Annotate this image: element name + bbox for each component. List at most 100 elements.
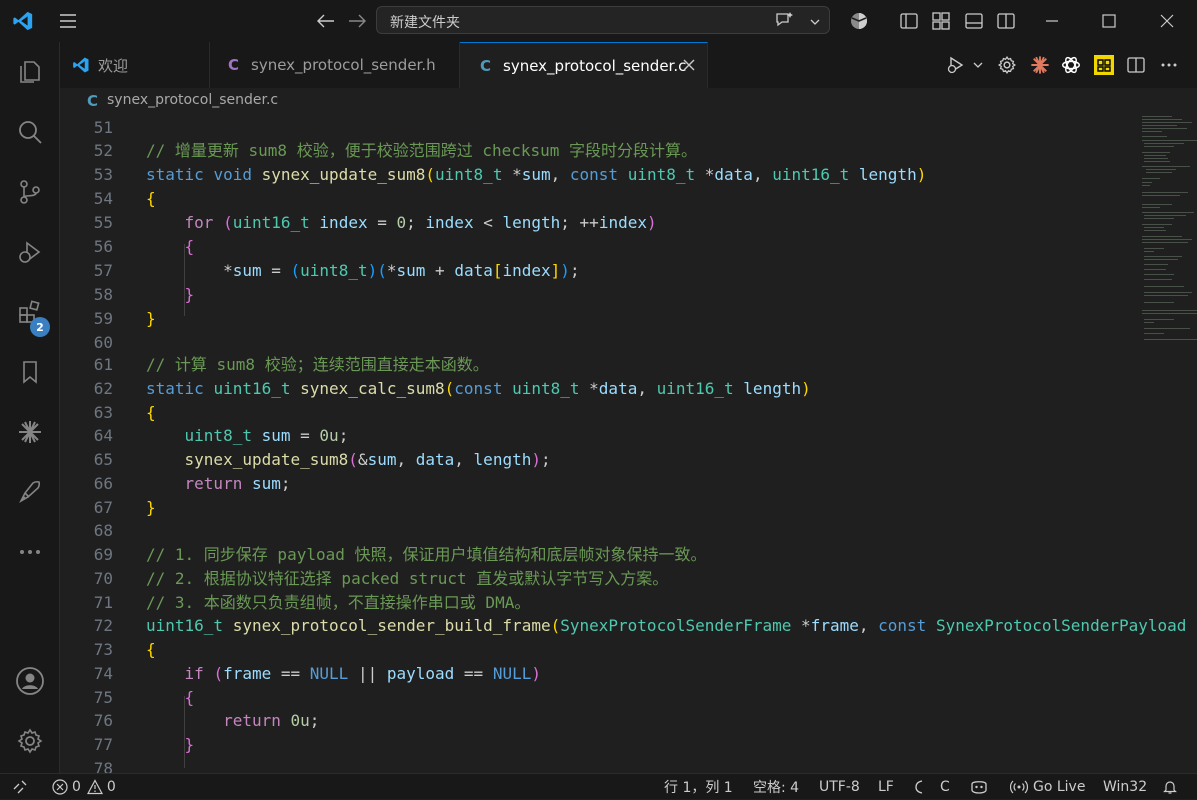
explorer-icon[interactable] — [0, 48, 60, 96]
bookmarks-icon[interactable] — [0, 348, 60, 396]
run-dropdown-icon[interactable] — [971, 42, 985, 88]
account-icon[interactable] — [0, 657, 60, 705]
indentation[interactable]: 空格: 4 — [753, 774, 799, 800]
code-line: 52// 增量更新 sum8 校验，便于校验范围跨过 checksum 字段时分… — [93, 141, 698, 160]
broadcast-icon — [1010, 779, 1028, 795]
toggle-sidebar-icon[interactable] — [897, 0, 921, 42]
language-mode[interactable]: C — [940, 774, 950, 800]
error-icon — [52, 779, 68, 795]
code-line: 77 } — [93, 735, 195, 754]
go-live-button[interactable]: Go Live — [1010, 774, 1085, 800]
code-line: 57 *sum = (uint8_t)(*sum + data[index]); — [93, 261, 580, 280]
command-center-search[interactable]: 新建文件夹 — [376, 6, 830, 34]
code-line: 72 uint16_t synex_protocol_sender_build_f… — [93, 616, 1187, 635]
encoding[interactable]: UTF-8 — [819, 774, 860, 800]
code-line: 75 { — [93, 688, 195, 707]
c-file-icon: C — [87, 92, 99, 110]
split-editor-icon[interactable] — [1124, 42, 1148, 88]
extensions-badge: 2 — [30, 317, 50, 337]
code-line: 74 if (frame == NULL || payload == NULL) — [93, 664, 541, 683]
code-editor[interactable]: 51 52// 增量更新 sum8 校验，便于校验范围跨过 checksum 字… — [60, 114, 1197, 773]
tab-label: synex_protocol_sender.h — [251, 56, 436, 74]
error-count: 0 — [72, 779, 81, 795]
tab-label: 欢迎 — [98, 56, 129, 75]
maximize-icon[interactable] — [1097, 0, 1121, 42]
c-file-icon: C — [480, 56, 492, 75]
close-tab-icon[interactable] — [682, 58, 696, 72]
run-debug-icon[interactable] — [0, 228, 60, 276]
more-actions-icon[interactable] — [1157, 42, 1181, 88]
forward-arrow-icon[interactable] — [345, 0, 369, 42]
search-icon[interactable] — [0, 108, 60, 156]
deploy-icon[interactable] — [0, 468, 60, 516]
breadcrumb: C synex_protocol_sender.c — [60, 88, 1197, 114]
chatgpt-icon[interactable] — [1059, 42, 1083, 88]
toggle-panel-icon[interactable] — [962, 0, 986, 42]
code-line: 78 — [93, 759, 113, 773]
c-file-icon: C — [228, 56, 240, 74]
platform[interactable]: Win32 — [1103, 774, 1147, 800]
line-ending[interactable]: LF — [878, 774, 894, 800]
code-line: 65 synex_update_sum8(&sum, data, length)… — [93, 450, 551, 469]
code-line: 67} — [93, 498, 156, 517]
tab-welcome[interactable]: 欢迎 — [60, 42, 210, 88]
close-icon[interactable] — [1155, 0, 1179, 42]
code-line: 60 — [93, 333, 113, 352]
brace-icon[interactable] — [913, 774, 925, 800]
go-live-label: Go Live — [1033, 779, 1086, 795]
tab-header-file[interactable]: C synex_protocol_sender.h — [210, 42, 460, 88]
code-line: 71// 3. 本函数只负责组帧，不直接操作串口或 DMA。 — [93, 593, 531, 612]
code-line: 51 — [93, 118, 113, 137]
cursor-position[interactable]: 行 1，列 1 — [664, 774, 733, 800]
code-line: 63{ — [93, 403, 156, 422]
code-line: 58 } — [93, 285, 195, 304]
code-line: 55 for (uint16_t index = 0; index < leng… — [93, 213, 657, 232]
ai-assistant-icon[interactable] — [0, 408, 60, 456]
minimize-icon[interactable] — [1040, 0, 1064, 42]
accounts-icon[interactable] — [846, 0, 872, 42]
editor-settings-icon[interactable] — [995, 42, 1019, 88]
code-line: 73{ — [93, 640, 156, 659]
minimap[interactable] — [1140, 114, 1197, 773]
warning-count: 0 — [106, 779, 116, 795]
problems-indicator[interactable]: 0 0 — [52, 774, 116, 800]
code-line: 61// 计算 sum8 校验；连续范围直接走本函数。 — [93, 355, 489, 374]
code-line: 54{ — [93, 189, 156, 208]
menu-icon[interactable] — [56, 0, 80, 42]
code-line: 66 return sum; — [93, 474, 291, 493]
code-line: 59} — [93, 309, 156, 328]
settings-icon[interactable] — [0, 717, 60, 765]
extensions-icon[interactable]: 2 — [0, 288, 60, 337]
back-arrow-icon[interactable] — [314, 0, 338, 42]
activity-bar: 2 — [0, 42, 60, 773]
code-line: 68 — [93, 521, 113, 540]
notifications-icon[interactable] — [1162, 774, 1178, 800]
code-line: 64 uint8_t sum = 0u; — [93, 426, 349, 445]
layout-icon[interactable] — [929, 0, 953, 42]
code-line: 53 static void synex_update_sum8(uint8_t … — [93, 165, 927, 184]
breadcrumb-file[interactable]: synex_protocol_sender.c — [107, 92, 278, 108]
chevron-down-icon[interactable] — [809, 13, 821, 32]
code-line: 56 { — [93, 237, 195, 256]
copilot-status-icon[interactable] — [969, 774, 989, 800]
tab-label: synex_protocol_sender.c — [503, 56, 687, 75]
remote-icon[interactable] — [12, 774, 28, 800]
status-bar: 0 0 行 1，列 1 空格: 4 UTF-8 LF C Go Live Win… — [0, 773, 1197, 799]
claude-icon[interactable] — [1028, 42, 1052, 88]
toggle-secondary-sidebar-icon[interactable] — [994, 0, 1018, 42]
code-line: 62 static uint16_t synex_calc_sum8(const … — [93, 379, 811, 398]
vscode-icon — [72, 56, 90, 74]
tab-bar: 欢迎 C synex_protocol_sender.h C synex_pro… — [60, 42, 1197, 88]
run-icon[interactable] — [944, 42, 968, 88]
code-line: 76 return 0u; — [93, 711, 320, 730]
code-line: 70// 2. 根据协议特征选择 packed struct 直发或默认字节写入… — [93, 569, 669, 588]
extension-yellow-icon[interactable] — [1092, 42, 1116, 88]
more-icon[interactable] — [0, 528, 60, 576]
source-control-icon[interactable] — [0, 168, 60, 216]
copilot-icon[interactable] — [774, 11, 794, 33]
tab-source-file[interactable]: C synex_protocol_sender.c — [460, 42, 708, 88]
title-bar: 新建文件夹 — [0, 0, 1197, 42]
vscode-logo[interactable] — [8, 0, 38, 42]
command-center-text: 新建文件夹 — [390, 15, 460, 31]
code-line: 69// 1. 同步保存 payload 快照，保证用户填值结构和底层帧对象保持… — [93, 545, 707, 564]
